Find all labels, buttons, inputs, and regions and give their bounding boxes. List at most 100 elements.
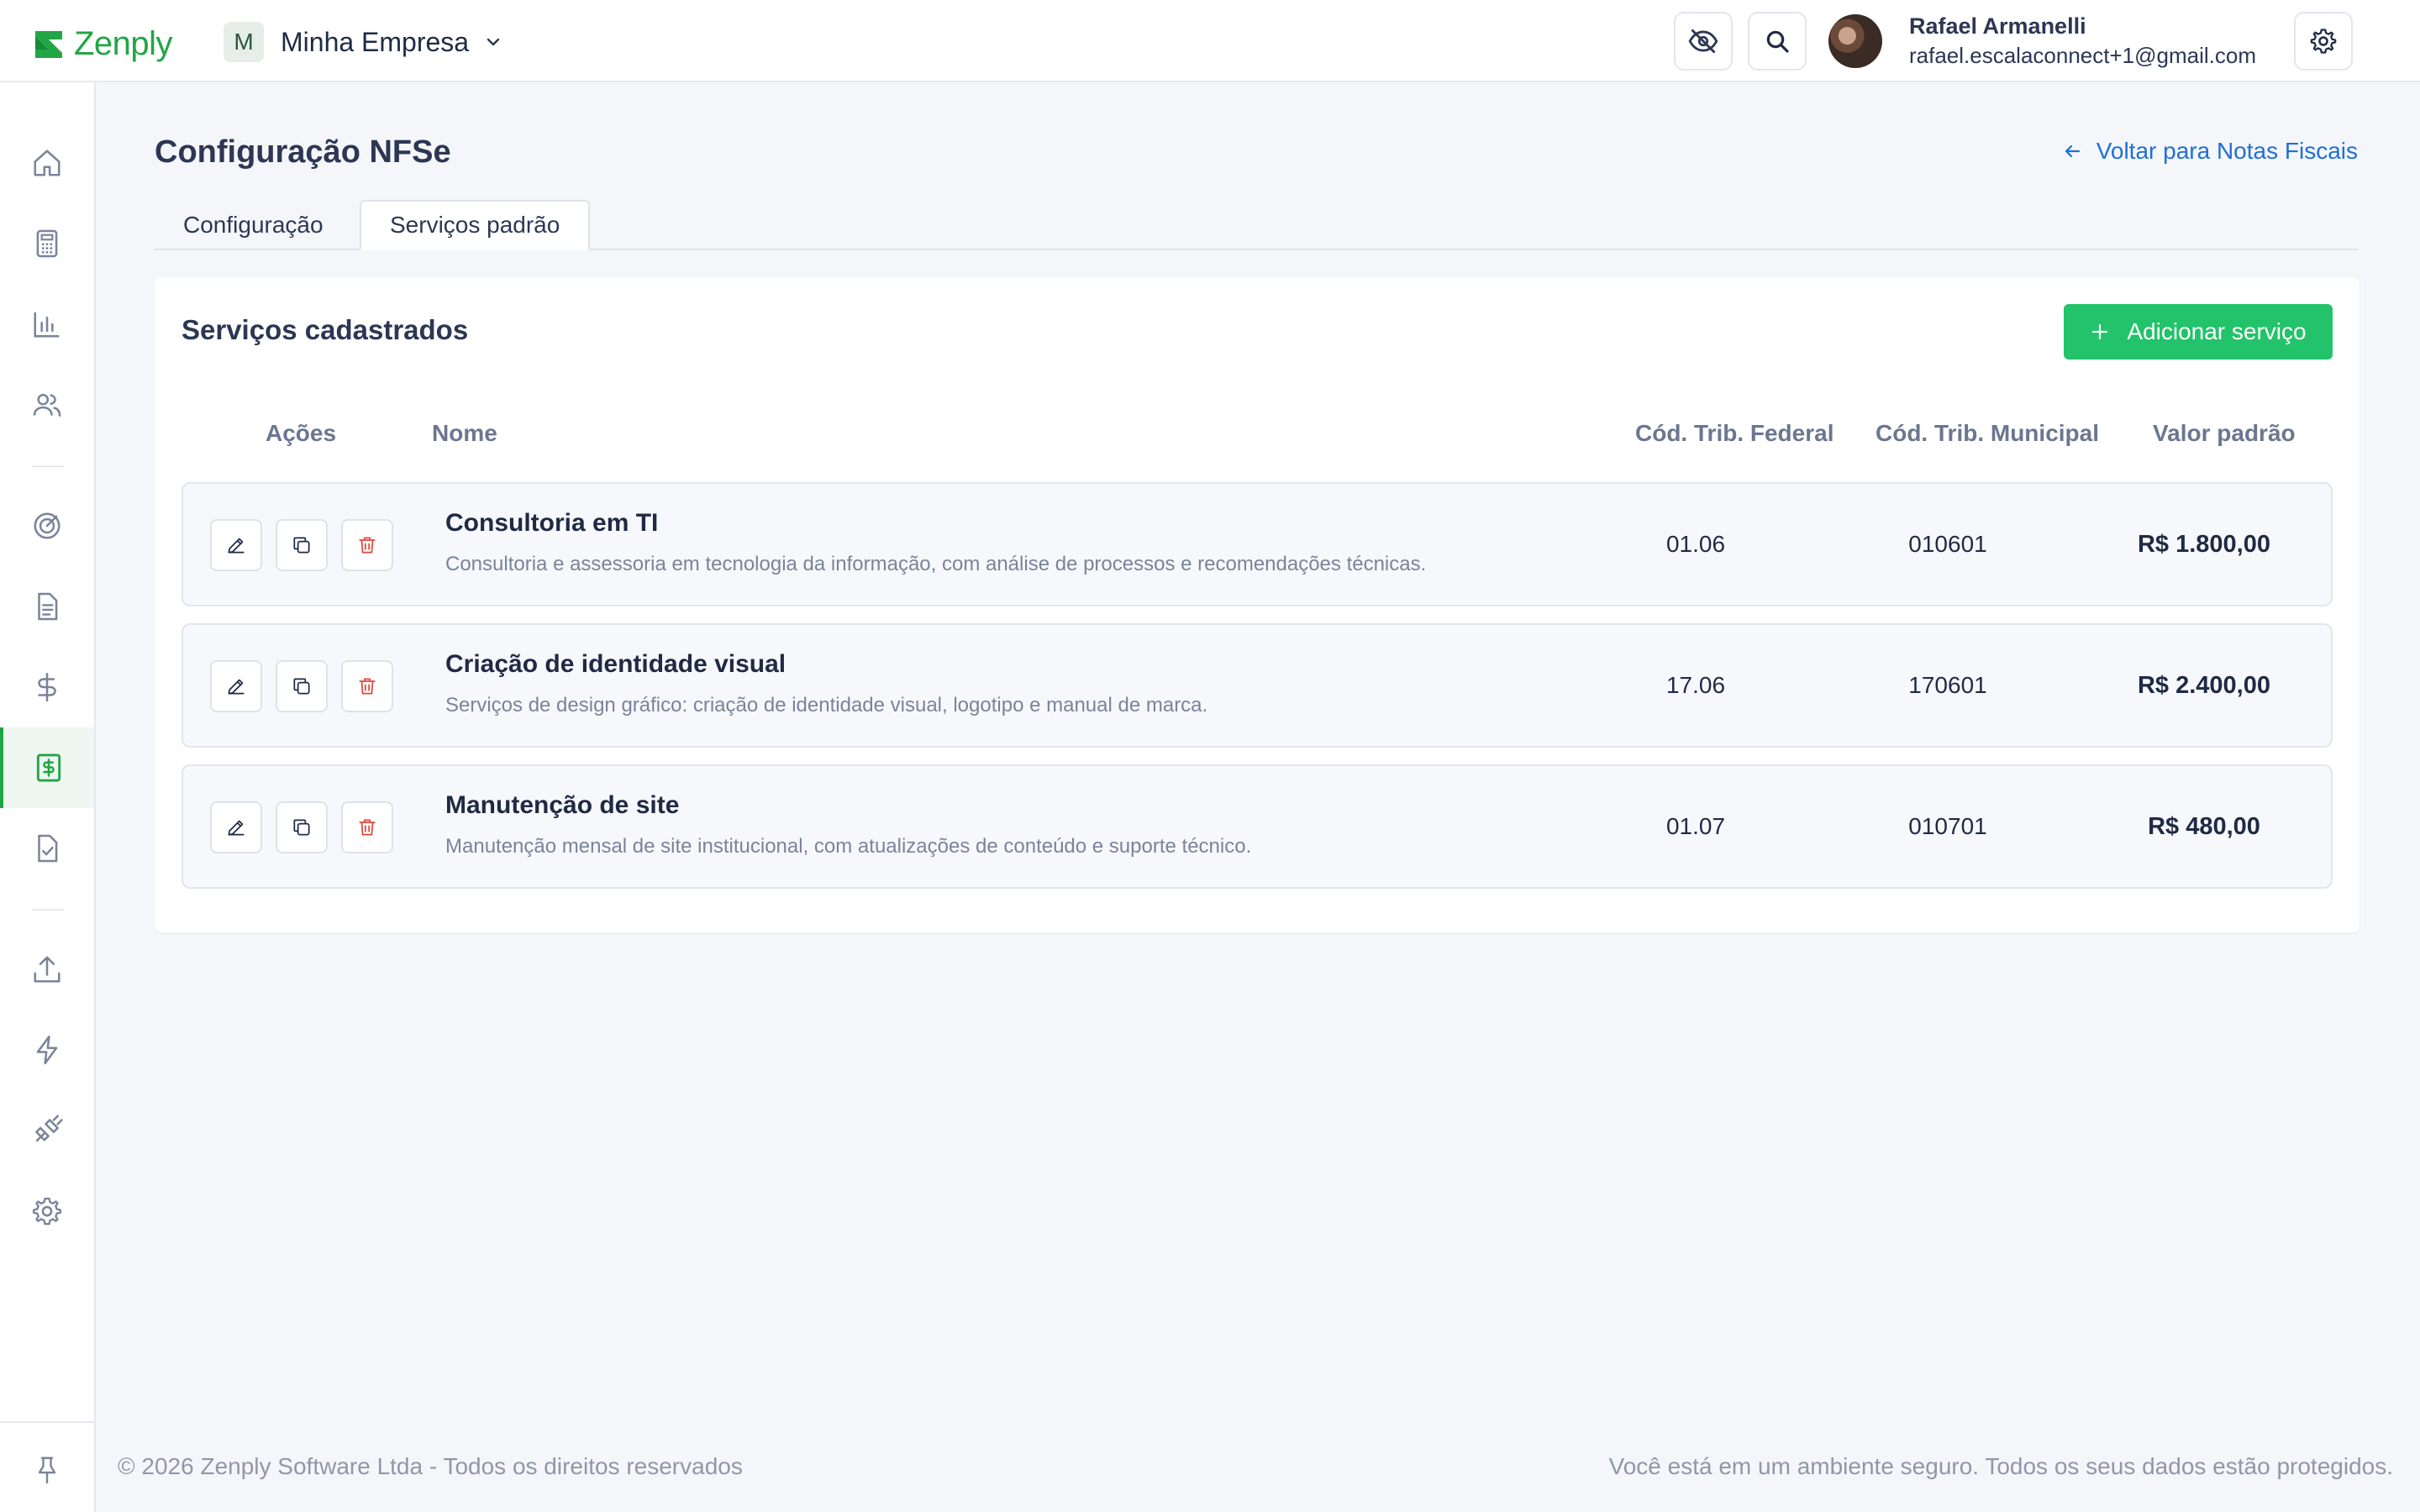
user-info[interactable]: Rafael Armanelli rafael.escalaconnect+1@… xyxy=(1909,13,2256,69)
home-icon xyxy=(34,150,60,176)
footer-copyright: © 2026 Zenply Software Ltda - Todos os d… xyxy=(118,1453,743,1479)
copy-icon xyxy=(293,537,310,554)
sidebar-item-documents[interactable] xyxy=(0,566,94,647)
add-service-button[interactable]: Adicionar serviço xyxy=(2064,304,2333,360)
upload-icon xyxy=(34,956,60,983)
sidebar-item-goals[interactable] xyxy=(0,486,94,566)
invoice-dollar-icon xyxy=(36,753,61,782)
column-header-name: Nome xyxy=(432,420,497,446)
copy-icon xyxy=(293,819,310,836)
tab-bar: Configuração Serviços padrão xyxy=(155,200,2358,250)
delete-button[interactable] xyxy=(341,801,393,853)
sidebar-divider xyxy=(32,909,64,911)
sidebar-item-settings[interactable] xyxy=(0,1171,94,1252)
user-avatar[interactable] xyxy=(1828,14,1882,68)
sidebar-item-checklist[interactable] xyxy=(0,808,94,889)
company-avatar: M xyxy=(224,22,264,62)
back-to-invoices-link[interactable]: Voltar para Notas Fiscais xyxy=(2063,138,2358,165)
sidebar xyxy=(0,82,96,1512)
pin-icon xyxy=(38,1457,56,1484)
document-check-icon xyxy=(38,834,58,863)
default-value: R$ 2.400,00 xyxy=(2137,671,2270,699)
edit-button[interactable] xyxy=(210,519,262,571)
dollar-icon xyxy=(38,672,56,702)
duplicate-button[interactable] xyxy=(276,660,328,712)
municipal-code: 010601 xyxy=(1908,531,1987,557)
brand-logo[interactable]: Zenply xyxy=(32,25,173,63)
plus-icon xyxy=(2092,323,2108,340)
tab-configuracao[interactable]: Configuração xyxy=(155,200,352,250)
sidebar-pin-button[interactable] xyxy=(0,1430,94,1510)
footer-security-note: Você está em um ambiente seguro. Todos o… xyxy=(1608,1453,2393,1479)
trash-icon xyxy=(359,678,376,695)
municipal-code: 010701 xyxy=(1908,813,1987,839)
service-description: Serviços de design gráfico: criação de i… xyxy=(445,694,1208,717)
edit-button[interactable] xyxy=(210,660,262,712)
table-row: Criação de identidade visual Serviços de… xyxy=(182,623,2333,748)
sidebar-item-home[interactable] xyxy=(0,123,94,203)
sidebar-item-invoices[interactable] xyxy=(0,727,94,808)
company-name: Minha Empresa xyxy=(281,26,470,57)
edit-button[interactable] xyxy=(210,801,262,853)
users-icon xyxy=(33,393,61,417)
hide-values-button[interactable] xyxy=(1674,12,1733,71)
settings-button[interactable] xyxy=(2294,12,2353,71)
user-name: Rafael Armanelli xyxy=(1909,13,2086,39)
gear-icon xyxy=(2310,29,2337,54)
eye-off-icon xyxy=(1688,29,1718,54)
sidebar-item-reports[interactable] xyxy=(0,284,94,365)
delete-button[interactable] xyxy=(341,660,393,712)
company-selector[interactable]: M Minha Empresa xyxy=(224,22,502,62)
sidebar-item-finance[interactable] xyxy=(0,647,94,727)
search-icon xyxy=(1766,30,1789,53)
sidebar-item-integrations[interactable] xyxy=(0,1090,94,1171)
default-value: R$ 480,00 xyxy=(2148,812,2260,840)
duplicate-button[interactable] xyxy=(276,801,328,853)
service-name: Consultoria em TI xyxy=(445,509,659,537)
services-card: Serviços cadastrados Adicionar serviço A… xyxy=(155,277,2360,932)
municipal-code: 170601 xyxy=(1908,672,1987,698)
sidebar-divider xyxy=(0,1421,94,1423)
pencil-icon xyxy=(228,538,245,554)
federal-code: 17.06 xyxy=(1665,672,1726,698)
trash-icon xyxy=(359,819,376,836)
trash-icon xyxy=(359,537,376,554)
service-description: Manutenção mensal de site institucional,… xyxy=(445,835,1252,858)
column-header-municipal: Cód. Trib. Municipal xyxy=(1876,420,2099,446)
table-row: Consultoria em TI Consultoria e assessor… xyxy=(182,482,2333,606)
add-service-label: Adicionar serviço xyxy=(2127,318,2307,344)
column-header-federal: Cód. Trib. Federal xyxy=(1635,420,1834,446)
sidebar-divider xyxy=(32,465,64,467)
page-title: Configuração NFSe xyxy=(155,134,451,170)
calculator-icon xyxy=(36,229,58,258)
default-value: R$ 1.800,00 xyxy=(2137,530,2270,558)
user-email: rafael.escalaconnect+1@gmail.com xyxy=(1909,43,2256,68)
pencil-icon xyxy=(228,820,245,836)
brand-name: Zenply xyxy=(74,25,173,62)
sidebar-item-automations[interactable] xyxy=(0,1010,94,1090)
service-description: Consultoria e assessoria em tecnologia d… xyxy=(445,553,1427,575)
service-name: Manutenção de site xyxy=(445,791,680,819)
gear-icon xyxy=(32,1197,62,1226)
service-name: Criação de identidade visual xyxy=(445,650,786,678)
sidebar-item-upload[interactable] xyxy=(0,929,94,1010)
sidebar-item-contacts[interactable] xyxy=(0,365,94,445)
column-header-actions: Ações xyxy=(266,420,337,446)
table-row: Manutenção de site Manutenção mensal de … xyxy=(182,764,2333,889)
zenply-logo-icon xyxy=(35,30,62,58)
delete-button[interactable] xyxy=(341,519,393,571)
search-button[interactable] xyxy=(1748,12,1807,71)
copy-icon xyxy=(293,678,310,695)
pencil-icon xyxy=(228,679,245,695)
federal-code: 01.06 xyxy=(1665,531,1726,557)
duplicate-button[interactable] xyxy=(276,519,328,571)
top-bar: Zenply M Minha Empresa Rafael Armanelli … xyxy=(0,0,2420,82)
plug-icon xyxy=(35,1115,63,1142)
column-header-value: Valor padrão xyxy=(2153,420,2296,446)
sidebar-item-calculator[interactable] xyxy=(0,203,94,284)
tab-servicos-padrao[interactable]: Serviços padrão xyxy=(360,200,591,250)
chevron-down-icon xyxy=(487,38,500,46)
bar-chart-icon xyxy=(34,312,60,338)
target-icon xyxy=(34,512,60,539)
back-link-label: Voltar para Notas Fiscais xyxy=(2096,138,2358,164)
